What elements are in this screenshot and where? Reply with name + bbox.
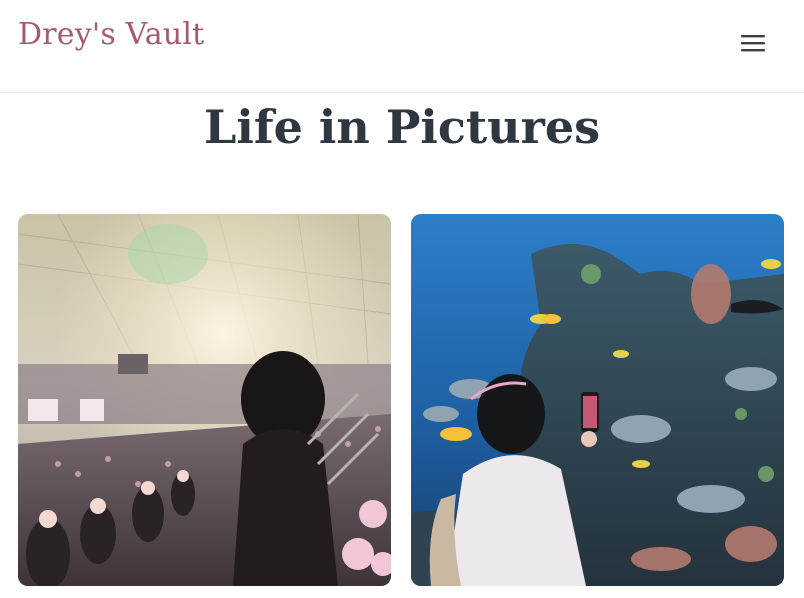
gallery-photo-aquarium[interactable] xyxy=(411,214,784,586)
hamburger-menu-icon xyxy=(741,35,765,52)
site-title-link[interactable]: Drey's Vault xyxy=(18,16,204,54)
photo-gallery xyxy=(18,214,784,586)
gallery-photo-concert[interactable] xyxy=(18,214,391,586)
aquarium-photo xyxy=(411,214,784,586)
page-title: Life in Pictures xyxy=(204,100,600,154)
site-header: Drey's Vault xyxy=(0,0,804,93)
menu-button[interactable] xyxy=(736,28,770,58)
concert-stadium-photo xyxy=(18,214,391,586)
